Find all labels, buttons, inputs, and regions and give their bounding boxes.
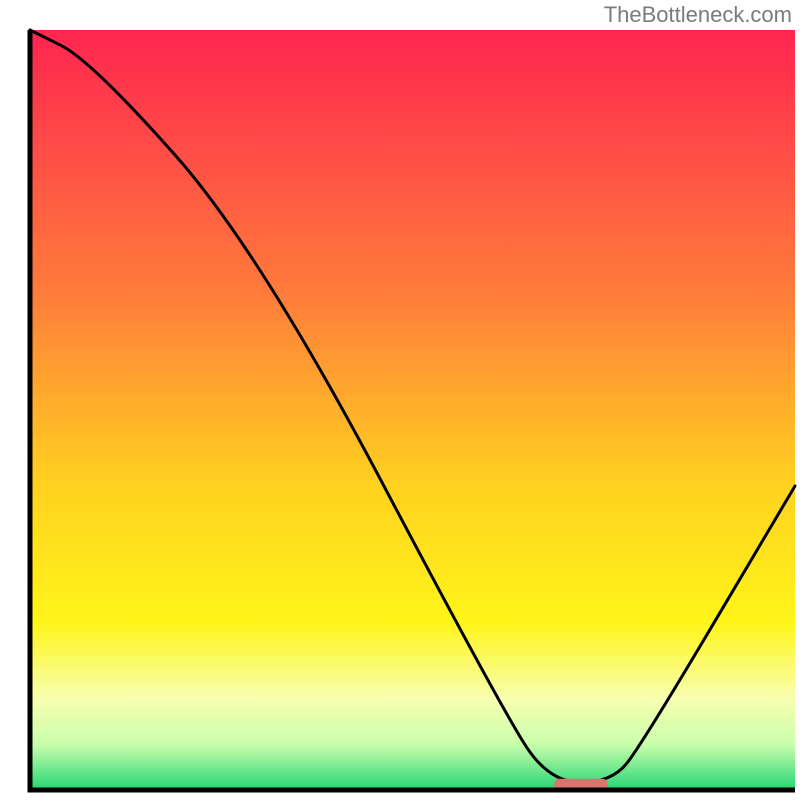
attribution-label: TheBottleneck.com (604, 2, 792, 28)
bottleneck-chart (0, 0, 800, 800)
chart-container: { "attribution": "TheBottleneck.com", "c… (0, 0, 800, 800)
plot-background (30, 30, 795, 790)
